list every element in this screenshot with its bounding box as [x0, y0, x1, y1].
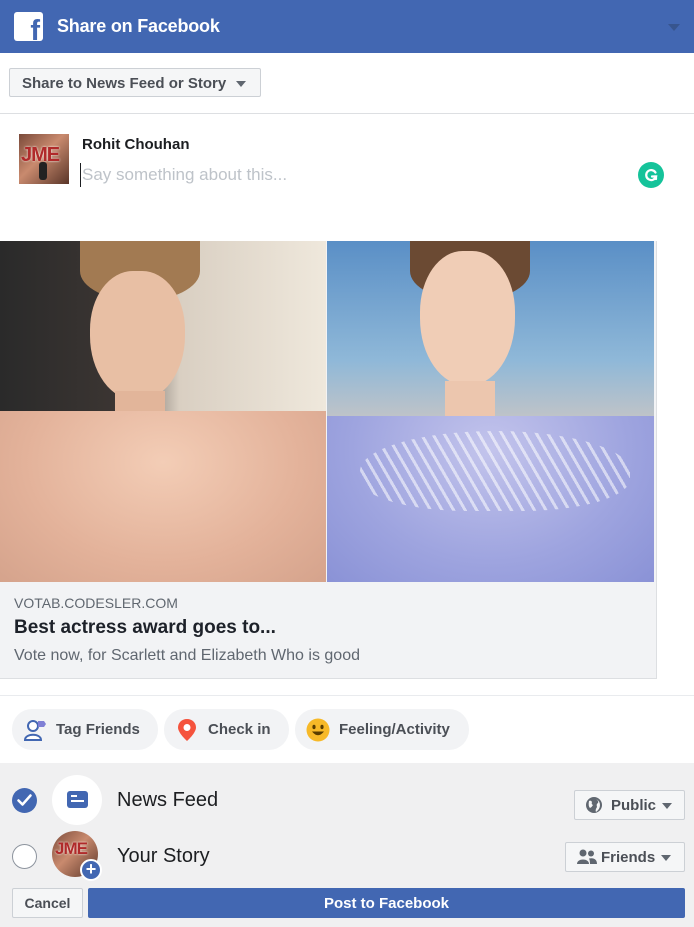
caret-down-icon: [662, 803, 672, 809]
news-feed-label: News Feed: [117, 789, 219, 811]
chevron-down-icon[interactable]: [668, 24, 680, 31]
your-story-checkbox[interactable]: [12, 844, 37, 869]
friends-icon: [577, 849, 597, 864]
user-name: Rohit Chouhan: [82, 136, 190, 153]
add-story-icon: +: [80, 859, 102, 881]
check-in-button[interactable]: Check in: [164, 709, 289, 750]
link-domain: VOTAB.CODESLER.COM: [14, 595, 178, 611]
divider: [0, 695, 694, 696]
dialog-header: f Share on Facebook: [0, 0, 694, 53]
post-message-input[interactable]: [80, 163, 600, 187]
caret-down-icon: [661, 855, 671, 861]
story-privacy-button[interactable]: Friends: [565, 842, 685, 872]
user-avatar: JME: [19, 134, 69, 184]
globe-icon: [586, 797, 602, 813]
news-feed-privacy-button[interactable]: Public: [574, 790, 685, 820]
dialog-title: Share on Facebook: [57, 16, 220, 36]
link-title: Best actress award goes to...: [14, 617, 276, 638]
smiley-icon: [306, 718, 330, 742]
grammarly-icon[interactable]: [638, 162, 664, 188]
share-destination-label: Share to News Feed or Story: [22, 75, 227, 92]
facebook-logo-icon: f: [14, 12, 43, 41]
news-feed-icon: [52, 775, 102, 825]
your-story-label: Your Story: [117, 845, 210, 867]
share-destination-dropdown[interactable]: Share to News Feed or Story: [9, 68, 261, 97]
news-feed-checkbox[interactable]: [12, 788, 37, 813]
tag-friends-icon: [23, 720, 46, 741]
feeling-activity-button[interactable]: Feeling/Activity: [295, 709, 469, 750]
divider: [0, 113, 694, 114]
link-description: Vote now, for Scarlett and Elizabeth Who…: [14, 647, 360, 664]
link-preview-image: [0, 241, 654, 582]
tag-friends-button[interactable]: Tag Friends: [12, 709, 158, 750]
location-pin-icon: [178, 719, 196, 741]
link-preview-card[interactable]: VOTAB.CODESLER.COM Best actress award go…: [0, 241, 657, 679]
post-to-facebook-button[interactable]: Post to Facebook: [88, 888, 685, 918]
cancel-button[interactable]: Cancel: [12, 888, 83, 918]
caret-down-icon: [236, 81, 246, 87]
